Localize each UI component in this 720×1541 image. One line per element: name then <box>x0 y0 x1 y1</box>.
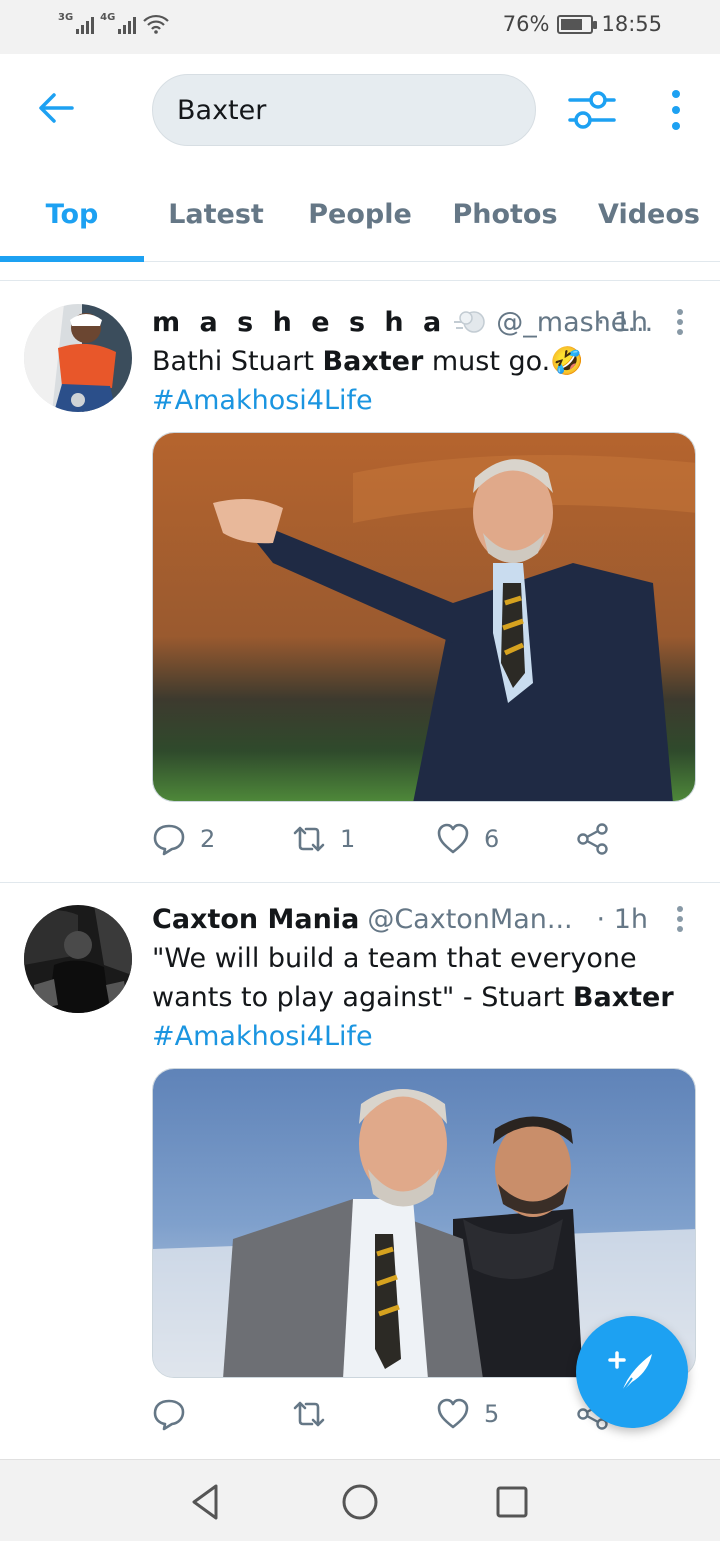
hashtag-link[interactable]: #Amakhosi4Life <box>152 1021 373 1052</box>
system-nav-bar <box>0 1459 720 1541</box>
timestamp[interactable]: · 1h <box>597 904 648 935</box>
nav-home-icon[interactable] <box>338 1480 382 1524</box>
battery-fill <box>561 18 583 30</box>
avatar[interactable] <box>24 304 132 412</box>
reply-icon <box>153 1399 185 1431</box>
tweet-text-part: Bathi Stuart <box>152 346 323 377</box>
reply-count: 2 <box>200 825 216 853</box>
tab-top[interactable]: Top <box>0 166 144 262</box>
signal-4g-label: 4G <box>100 12 116 23</box>
handle[interactable]: @CaxtonMan... <box>367 904 572 935</box>
display-name[interactable]: Caxton Mania <box>152 904 359 935</box>
back-arrow-icon[interactable] <box>34 86 78 130</box>
heart-icon <box>437 1398 469 1429</box>
retweet-icon <box>293 1401 325 1427</box>
status-bar: 3G 4G 76% 18:55 <box>0 0 720 54</box>
search-term-highlight: Baxter <box>322 346 424 377</box>
search-bar[interactable] <box>152 74 536 146</box>
retweet-count: 1 <box>340 825 356 853</box>
share-button[interactable] <box>576 822 610 856</box>
tab-photos[interactable]: Photos <box>432 166 578 262</box>
battery-icon <box>557 14 598 34</box>
signal-4g-icon: 4G <box>100 12 137 34</box>
tweet-text-part: must go.🤣 <box>423 346 584 377</box>
nav-recents-icon[interactable] <box>490 1480 534 1524</box>
search-header <box>0 54 720 166</box>
tweet-header: m a s h e s h a @_mashe... · 1h <box>152 302 700 342</box>
active-tab-indicator <box>0 256 144 262</box>
tab-latest[interactable]: Latest <box>144 166 288 262</box>
reply-icon <box>153 824 185 856</box>
search-term-highlight: Baxter <box>572 982 674 1013</box>
avatar[interactable] <box>24 905 132 1013</box>
signal-3g-icon: 3G <box>58 12 95 34</box>
sliders-icon[interactable] <box>566 88 618 132</box>
tweet-text: Bathi Stuart Baxter must go.🤣 #Amakhosi4… <box>152 342 700 420</box>
hashtag-link[interactable]: #Amakhosi4Life <box>152 385 373 416</box>
compose-tweet-button[interactable] <box>576 1316 688 1428</box>
display-name[interactable]: m a s h e s h a <box>152 307 446 338</box>
reply-button[interactable]: 2 <box>152 822 215 856</box>
retweet-button[interactable] <box>292 1397 340 1431</box>
wifi-icon <box>143 14 170 34</box>
tweet-text: "We will build a team that everyone want… <box>152 939 700 1056</box>
retweet-icon <box>293 826 325 852</box>
tab-videos[interactable]: Videos <box>578 166 720 262</box>
more-vertical-icon[interactable] <box>662 88 690 132</box>
tab-people[interactable]: People <box>288 166 432 262</box>
signal-3g-label: 3G <box>58 12 74 23</box>
feed-divider <box>0 280 720 281</box>
tweet-text-part: "We will build a team that everyone want… <box>152 943 637 1013</box>
nav-back-icon[interactable] <box>184 1480 228 1524</box>
tweet-menu-icon[interactable] <box>676 905 684 933</box>
status-right: 76% 18:55 <box>503 12 662 36</box>
tweet[interactable]: m a s h e s h a @_mashe... · 1h Bathi St… <box>0 282 720 882</box>
heart-icon <box>437 823 469 854</box>
dash-emoji-icon <box>454 311 486 333</box>
like-button[interactable]: 6 <box>436 822 499 856</box>
like-count: 6 <box>484 825 500 853</box>
search-input[interactable] <box>153 75 535 145</box>
like-button[interactable]: 5 <box>436 1397 499 1431</box>
tweet-menu-icon[interactable] <box>676 308 684 336</box>
timestamp[interactable]: · 1h <box>597 307 648 338</box>
compose-feather-icon <box>608 1351 652 1393</box>
battery-percent: 76% <box>502 12 550 36</box>
like-count: 5 <box>484 1400 500 1428</box>
share-icon <box>577 823 608 855</box>
clock: 18:55 <box>601 12 662 36</box>
signal-indicators: 3G 4G <box>58 12 170 34</box>
search-tabs: Top Latest People Photos Videos <box>0 166 720 262</box>
tweet-header: Caxton Mania @CaxtonMan... · 1h <box>152 899 700 939</box>
reply-button[interactable] <box>152 1397 200 1431</box>
tweet-actions: 2 1 6 <box>152 822 700 862</box>
tweet-photo[interactable] <box>152 432 696 802</box>
retweet-button[interactable]: 1 <box>292 822 355 856</box>
